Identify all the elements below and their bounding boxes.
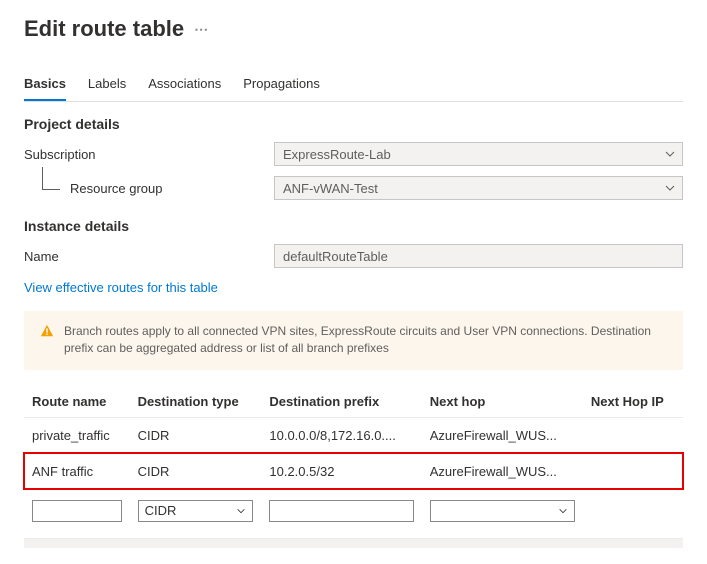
name-input[interactable]: defaultRouteTable bbox=[274, 244, 683, 268]
subscription-label: Subscription bbox=[24, 147, 274, 162]
chevron-down-icon bbox=[236, 506, 246, 516]
routes-table: Route name Destination type Destination … bbox=[24, 388, 683, 532]
chevron-down-icon bbox=[664, 182, 676, 194]
route-name-cell: ANF traffic bbox=[24, 453, 130, 489]
destination-prefix-cell: 10.0.0.0/8,172.16.0.... bbox=[261, 417, 421, 453]
col-next-hop-ip: Next Hop IP bbox=[583, 388, 683, 418]
chevron-down-icon bbox=[558, 506, 568, 516]
table-row[interactable]: private_traffic CIDR 10.0.0.0/8,172.16.0… bbox=[24, 417, 683, 453]
col-route-name: Route name bbox=[24, 388, 130, 418]
next-hop-ip-cell bbox=[583, 417, 683, 453]
new-route-row: CIDR bbox=[24, 489, 683, 532]
new-destination-type-select[interactable]: CIDR bbox=[138, 500, 254, 522]
name-value: defaultRouteTable bbox=[283, 249, 388, 264]
resource-group-label: Resource group bbox=[24, 181, 274, 196]
next-hop-cell: AzureFirewall_WUS... bbox=[422, 417, 583, 453]
subscription-select[interactable]: ExpressRoute-Lab bbox=[274, 142, 683, 166]
destination-type-cell: CIDR bbox=[130, 417, 262, 453]
route-name-cell: private_traffic bbox=[24, 417, 130, 453]
horizontal-scrollbar[interactable] bbox=[24, 538, 683, 548]
subscription-value: ExpressRoute-Lab bbox=[283, 147, 391, 162]
resource-group-value: ANF-vWAN-Test bbox=[283, 181, 378, 196]
new-destination-prefix-input[interactable] bbox=[269, 500, 413, 522]
next-hop-ip-cell bbox=[583, 453, 683, 489]
project-details-header: Project details bbox=[24, 116, 683, 132]
instance-details-header: Instance details bbox=[24, 218, 683, 234]
new-destination-type-value: CIDR bbox=[145, 503, 177, 518]
page-title: Edit route table bbox=[24, 16, 184, 42]
new-next-hop-select[interactable] bbox=[430, 500, 575, 522]
next-hop-cell: AzureFirewall_WUS... bbox=[422, 453, 583, 489]
name-label: Name bbox=[24, 249, 274, 264]
col-destination-type: Destination type bbox=[130, 388, 262, 418]
notice-banner: Branch routes apply to all connected VPN… bbox=[24, 311, 683, 370]
warning-icon bbox=[40, 324, 54, 358]
new-route-name-input[interactable] bbox=[32, 500, 122, 522]
more-icon[interactable]: ⋯ bbox=[194, 21, 209, 38]
tab-labels[interactable]: Labels bbox=[88, 70, 126, 101]
view-effective-routes-link[interactable]: View effective routes for this table bbox=[24, 280, 218, 295]
tabs: Basics Labels Associations Propagations bbox=[24, 70, 683, 102]
table-row[interactable]: ANF traffic CIDR 10.2.0.5/32 AzureFirewa… bbox=[24, 453, 683, 489]
destination-type-cell: CIDR bbox=[130, 453, 262, 489]
tab-propagations[interactable]: Propagations bbox=[243, 70, 320, 101]
resource-group-select[interactable]: ANF-vWAN-Test bbox=[274, 176, 683, 200]
destination-prefix-cell: 10.2.0.5/32 bbox=[261, 453, 421, 489]
col-next-hop: Next hop bbox=[422, 388, 583, 418]
tab-basics[interactable]: Basics bbox=[24, 70, 66, 101]
chevron-down-icon bbox=[664, 148, 676, 160]
col-destination-prefix: Destination prefix bbox=[261, 388, 421, 418]
tab-associations[interactable]: Associations bbox=[148, 70, 221, 101]
notice-text: Branch routes apply to all connected VPN… bbox=[64, 323, 667, 358]
